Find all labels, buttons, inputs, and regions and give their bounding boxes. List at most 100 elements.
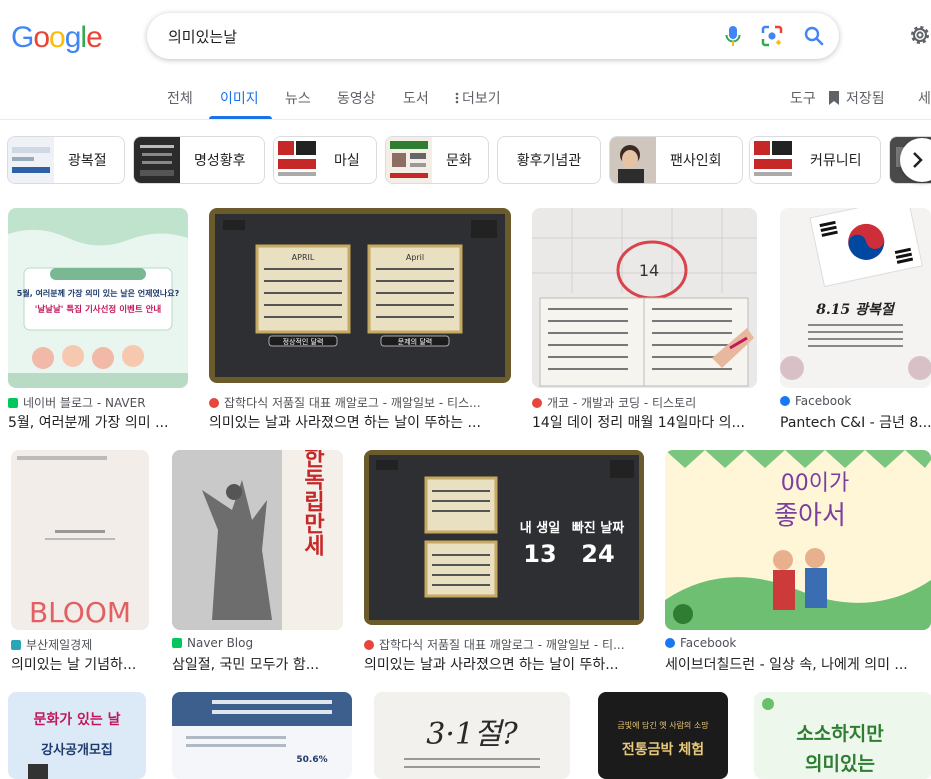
chip-myeongseong[interactable]: 명성황후 xyxy=(133,136,265,184)
source-name: 네이버 블로그 - NAVER xyxy=(23,396,146,410)
tistory-icon xyxy=(364,639,374,650)
tools-button[interactable]: 도구 xyxy=(790,88,816,108)
chip-label: 문화 xyxy=(446,153,472,169)
image-caption: '날날날' 특집 기사선정 이벤트 안내 xyxy=(35,304,162,315)
image-caption: 24 xyxy=(581,540,614,568)
chip-masil[interactable]: 마실 xyxy=(273,136,377,184)
chip-thumbnail xyxy=(274,137,320,183)
chip-community[interactable]: 커뮤니티 xyxy=(749,136,881,184)
image-caption: 8.15 광복절 xyxy=(816,302,896,318)
tab-all[interactable]: 전체 xyxy=(167,88,193,108)
saved-button[interactable]: 저장됨 xyxy=(828,88,885,108)
google-logo[interactable]: G o o g l e xyxy=(11,21,103,55)
chip-label: 커뮤니티 xyxy=(810,153,862,169)
chip-thumbnail xyxy=(750,137,796,183)
result-image: 금빛에 담긴 옛 사람의 소망 전통금박 체험 xyxy=(598,692,728,779)
facebook-icon xyxy=(780,396,790,406)
related-chips: 광복절 명성황후 마실 문화 황후기념관 팬사인회 커뮤니티 xyxy=(7,136,931,184)
result-image: 00이가 좋아서 xyxy=(665,450,931,630)
gear-icon[interactable] xyxy=(908,23,931,51)
image-caption: 00이가 xyxy=(781,471,849,496)
result-image: 내 생일 빠진 날짜 13 24 xyxy=(364,450,644,625)
image-caption: 소소하지만 xyxy=(796,723,884,745)
safesearch-button[interactable]: 세 xyxy=(918,88,931,108)
tab-news[interactable]: 뉴스 xyxy=(285,88,311,108)
chevron-right-icon xyxy=(913,152,923,168)
chip-label: 마실 xyxy=(334,153,360,169)
chip-munhwa[interactable]: 문화 xyxy=(385,136,489,184)
facebook-icon xyxy=(665,638,675,648)
result-image: APRIL April 정상적인 달력 문제의 달력 xyxy=(209,208,511,383)
image-caption: 3·1절? xyxy=(426,717,518,752)
result-title[interactable]: 5월, 여러분께 가장 의미 ... xyxy=(8,412,188,432)
tab-images[interactable]: 이미지 xyxy=(220,88,259,108)
search-box[interactable]: 의미있는날 xyxy=(147,13,839,59)
result-source: Facebook xyxy=(665,636,736,650)
active-tab-indicator xyxy=(209,116,272,119)
chip-thumbnail xyxy=(386,137,432,183)
image-caption: 빠진 날짜 xyxy=(572,520,624,536)
result-source: 개코 - 개발과 코딩 - 티스토리 xyxy=(532,394,696,411)
image-caption: 전통금박 체험 xyxy=(622,741,704,758)
result-source: Facebook xyxy=(780,394,851,408)
image-caption: 금빛에 담긴 옛 사람의 소망 xyxy=(617,720,709,730)
tistory-icon xyxy=(209,397,219,408)
tab-more[interactable]: 더보기 xyxy=(455,88,501,108)
source-name: 잡학다식 저품질 대표 깨알로그 - 깨알일보 - 티... xyxy=(379,638,625,652)
result-source: 부산제일경제 xyxy=(11,636,92,653)
image-caption: 의미있는 xyxy=(805,753,875,775)
chip-gwangbokjeol[interactable]: 광복절 xyxy=(7,136,125,184)
image-caption: 14 xyxy=(639,261,659,280)
tab-videos[interactable]: 동영상 xyxy=(337,88,376,108)
image-caption: 대한독립만세 xyxy=(300,450,325,556)
naver-blog-icon xyxy=(172,638,182,648)
tistory-icon xyxy=(532,397,542,408)
image-caption: 13 xyxy=(523,540,556,568)
chip-thumbnail xyxy=(8,137,54,183)
search-input[interactable]: 의미있는날 xyxy=(168,26,237,47)
source-name: 잡학다식 저품질 대표 깨알로그 - 깨알일보 - 티스... xyxy=(224,396,481,410)
chip-label: 팬사인회 xyxy=(670,153,722,169)
tab-more-label: 더보기 xyxy=(462,91,501,107)
image-caption: 내 생일 xyxy=(520,520,560,536)
source-name: Facebook xyxy=(680,636,737,650)
result-image: 14 xyxy=(532,208,757,388)
logo-letter: o xyxy=(49,21,66,54)
logo-letter: G xyxy=(11,21,34,54)
source-name: 부산제일경제 xyxy=(26,638,93,652)
result-image: BLOOM xyxy=(11,450,149,630)
image-caption: April xyxy=(406,253,424,262)
result-title[interactable]: 세이브더칠드런 - 일상 속, 나에게 의미 ... xyxy=(665,654,925,674)
search-icon[interactable] xyxy=(803,25,825,47)
logo-letter: e xyxy=(86,21,103,54)
chip-label: 명성황후 xyxy=(194,153,246,169)
result-image: 5월, 여러분께 가장 의미 있는 날은 언제였나요? '날날날' 특집 기사선… xyxy=(8,208,188,388)
naver-blog-icon xyxy=(8,397,18,408)
bookmark-icon xyxy=(829,91,839,105)
result-title[interactable]: 삼일절, 국민 모두가 함... xyxy=(172,654,343,674)
tab-books[interactable]: 도서 xyxy=(403,88,429,108)
image-caption: APRIL xyxy=(292,253,315,262)
image-caption: BLOOM xyxy=(29,596,131,629)
image-caption: 5월, 여러분께 가장 의미 있는 날은 언제였나요? xyxy=(17,288,180,298)
chip-hwanghu[interactable]: 황후기념관 xyxy=(497,136,601,184)
result-title[interactable]: 의미있는 날과 사라졌으면 하는 날이 뚜하... xyxy=(364,654,639,674)
chip-fansign[interactable]: 팬사인회 xyxy=(609,136,743,184)
saved-label: 저장됨 xyxy=(846,91,885,107)
source-name: Facebook xyxy=(795,394,852,408)
microphone-icon[interactable] xyxy=(725,25,741,47)
source-name: 개코 - 개발과 코딩 - 티스토리 xyxy=(547,396,697,410)
site-icon xyxy=(11,639,21,650)
search-tabs: 전체 이미지 뉴스 동영상 도서 더보기 도구 저장됨 세 xyxy=(0,80,931,120)
result-title[interactable]: 14일 데이 정리 매월 14일마다 의... xyxy=(532,412,757,432)
result-source: 잡학다식 저품질 대표 깨알로그 - 깨알일보 - 티스... xyxy=(209,394,481,411)
result-title[interactable]: 의미있는 날과 사라졌으면 하는 날이 뚜하는 ... xyxy=(209,412,505,432)
result-title[interactable]: 의미있는 날 기념하... xyxy=(11,654,149,674)
logo-letter: g xyxy=(64,21,82,54)
lens-icon[interactable] xyxy=(761,25,783,47)
chip-label: 황후기념관 xyxy=(516,153,582,169)
result-title[interactable]: Pantech C&I - 금년 8... xyxy=(780,412,931,432)
result-image: 문화가 있는 날 강사공개모집 xyxy=(8,692,146,779)
result-source: Naver Blog xyxy=(172,636,253,650)
image-caption: 문화가 있는 날 xyxy=(33,712,120,728)
